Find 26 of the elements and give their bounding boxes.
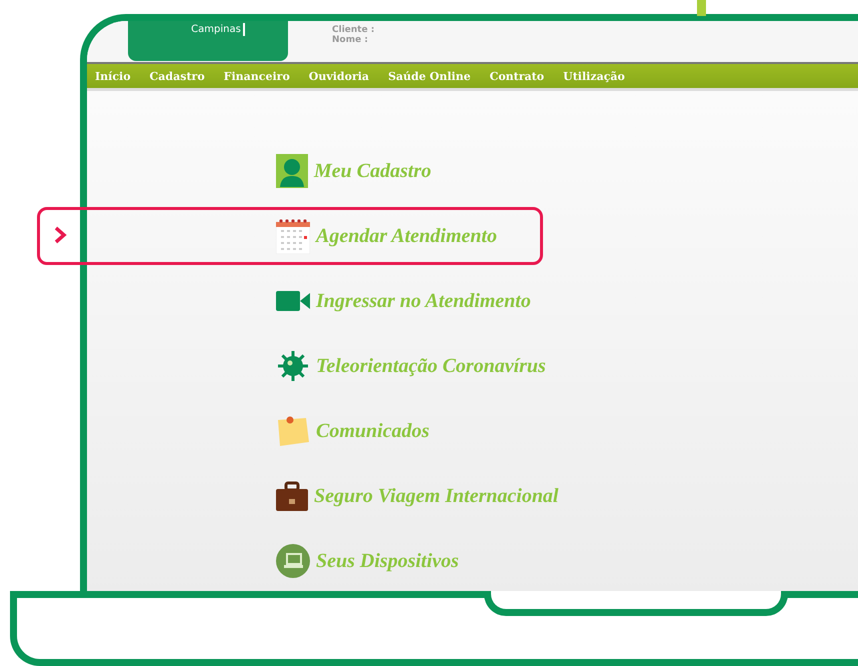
nav-link[interactable]: Início: [95, 70, 131, 82]
nav-link[interactable]: Contrato: [490, 70, 544, 82]
menu-item[interactable]: Seguro Viagem Internacional: [276, 476, 558, 516]
nav-link[interactable]: Ouvidoria: [308, 70, 370, 82]
sticky-note-icon: [276, 414, 310, 448]
nav-link[interactable]: Saúde Online: [388, 70, 471, 82]
location-label: Campinas: [191, 23, 245, 36]
virus-icon: [276, 349, 310, 383]
nav-link[interactable]: Financeiro: [224, 70, 290, 82]
accent-bar: [697, 0, 706, 16]
video-camera-icon: [276, 291, 310, 311]
briefcase-icon: [276, 480, 308, 512]
laptop-icon: [276, 544, 310, 578]
field-label: Cliente :: [332, 25, 374, 35]
menu-item[interactable]: Seus Dispositivos: [276, 541, 459, 581]
menu-item[interactable]: Ingressar no Atendimento: [276, 281, 531, 321]
nav-link[interactable]: Cadastro: [150, 70, 205, 82]
field-label: Nome :: [332, 35, 369, 45]
menu-item[interactable]: Comunicados: [276, 411, 430, 451]
chevron-icon: [53, 226, 67, 244]
menu-item[interactable]: Meu Cadastro: [276, 151, 432, 191]
person-icon: [276, 154, 308, 188]
calendar-icon: [276, 218, 310, 254]
menu-item[interactable]: Agendar Atendimento: [276, 216, 497, 256]
menu-item[interactable]: Teleorientação Coronavírus: [276, 346, 546, 386]
nav-link[interactable]: Utilização: [563, 70, 625, 82]
